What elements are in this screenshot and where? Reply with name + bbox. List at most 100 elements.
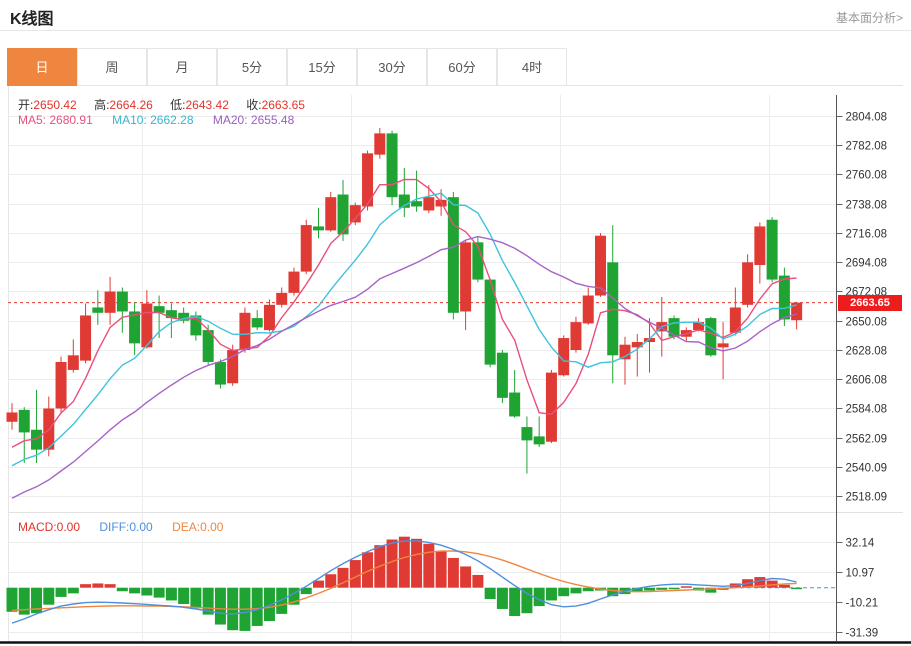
price-tick-label: 2584.08 (846, 404, 888, 416)
macd-bar (411, 539, 422, 588)
macd-bar (669, 588, 680, 590)
macd-bar (350, 560, 361, 588)
price-tick-label: 2540.09 (846, 463, 888, 475)
macd-bar (656, 588, 667, 590)
macd-bar (534, 588, 545, 606)
macd-bar (497, 588, 508, 609)
candle-down (19, 410, 30, 433)
price-tick-label: 2716.08 (846, 229, 888, 241)
candle-up (301, 225, 312, 272)
price-tick-label: 2562.09 (846, 434, 888, 446)
current-price-tag: 2663.65 (838, 295, 902, 311)
macd-bar (460, 566, 471, 587)
dea-value-readout: DEA:0.00 (172, 520, 223, 534)
candle-down (521, 427, 532, 440)
ohlc-readout: 开:2650.42 高:2664.26 低:2643.42 收:2663.65 (18, 96, 319, 113)
price-tick-label: 2606.08 (846, 375, 888, 387)
macd-bar (546, 588, 557, 601)
price-tick-label: 2804.08 (846, 112, 888, 124)
candle-down (669, 318, 680, 337)
macd-bar (141, 588, 152, 596)
candle-up (754, 226, 765, 265)
price-tick-label: 2782.08 (846, 141, 888, 153)
macd-bar (178, 588, 189, 604)
diff-value-readout: DIFF:0.00 (99, 520, 152, 534)
close-value: 2663.65 (262, 98, 305, 112)
candle-up (288, 272, 299, 293)
open-value: 2650.42 (33, 98, 76, 112)
open-label: 开: (18, 98, 33, 112)
macd-tick-label: -31.39 (846, 628, 879, 640)
candle-down (534, 436, 545, 444)
macd-bar (68, 588, 79, 594)
macd-bar (423, 544, 434, 588)
candle-up (56, 362, 67, 409)
candle-down (313, 226, 324, 230)
ma20-line (12, 237, 797, 499)
candle-down (215, 362, 226, 385)
candle-up (423, 197, 434, 210)
ma10-readout: MA10: 2662.28 (112, 113, 193, 127)
macd-bar (644, 588, 655, 591)
price-tick-label: 2738.08 (846, 200, 888, 212)
macd-bar (215, 588, 226, 625)
price-tick-label: 2694.08 (846, 258, 888, 270)
candle-up (583, 296, 594, 324)
candle-up (546, 373, 557, 442)
macd-bar (129, 588, 140, 594)
candle-down (92, 307, 103, 312)
macd-bar (7, 588, 18, 612)
ma5-readout: MA5: 2680.91 (18, 113, 93, 127)
macd-bar (190, 588, 201, 609)
candle-down (387, 133, 398, 197)
candle-up (374, 133, 385, 154)
macd-bar (117, 588, 128, 592)
low-label: 低: (170, 98, 185, 112)
candle-up (460, 242, 471, 311)
macd-bar (56, 588, 67, 597)
ma20-readout: MA20: 2655.48 (213, 113, 294, 127)
candle-up (7, 412, 18, 421)
candle-down (767, 220, 778, 280)
ma-readout: MA5: 2680.91 MA10: 2662.28 MA20: 2655.48 (18, 113, 294, 127)
macd-bar (92, 583, 103, 587)
low-value: 2643.42 (186, 98, 229, 112)
macd-bar (570, 588, 581, 594)
candle-up (68, 355, 79, 370)
candle-up (730, 307, 741, 332)
macd-bar (448, 558, 459, 588)
candle-up (742, 262, 753, 305)
close-label: 收: (246, 98, 261, 112)
macd-bar (472, 575, 483, 588)
candle-up (595, 236, 606, 296)
macd-tick-label: -10.21 (846, 598, 879, 610)
macd-tick-label: 32.14 (846, 538, 875, 550)
high-value: 2664.26 (109, 98, 152, 112)
macd-readout: MACD:0.00 DIFF:0.00 DEA:0.00 (18, 520, 223, 534)
candle-up (276, 293, 287, 305)
candle-up (105, 292, 116, 313)
macd-tick-label: 10.97 (846, 568, 875, 580)
macd-bar (166, 588, 177, 601)
macd-bar (399, 537, 410, 588)
macd-value-readout: MACD:0.00 (18, 520, 80, 534)
candle-down (166, 310, 177, 318)
candle-down (411, 201, 422, 206)
price-tick-label: 2518.09 (846, 492, 888, 504)
macd-bar (681, 586, 692, 588)
candle-up (325, 197, 336, 230)
candle-down (705, 318, 716, 355)
macd-bar (43, 588, 54, 605)
macd-bar (485, 588, 496, 599)
macd-bar (325, 574, 336, 587)
price-tick-label: 2628.08 (846, 346, 888, 358)
candle-up (80, 315, 91, 360)
price-tick-label: 2650.08 (846, 317, 888, 329)
candle-up (239, 313, 250, 350)
kline-page: K线图 基本面分析> 日 周 月 5分 15分 30分 60分 4时 2804.… (0, 0, 911, 646)
candle-down (497, 353, 508, 398)
macd-bar (509, 588, 520, 616)
candle-down (448, 197, 459, 313)
macd-bar (80, 584, 91, 588)
candle-down (509, 393, 520, 417)
